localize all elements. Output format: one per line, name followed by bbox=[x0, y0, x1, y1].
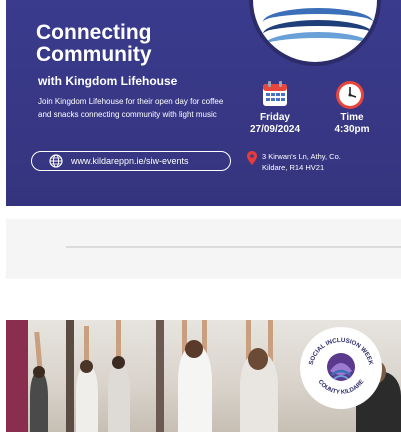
event-title-line1: Connecting bbox=[36, 21, 152, 44]
event-time: Time 4:30pm bbox=[324, 112, 380, 136]
event-description: Join Kingdom Lifehouse for their open da… bbox=[38, 97, 224, 119]
person-head bbox=[112, 356, 125, 369]
event-date: Friday 27/09/2024 bbox=[246, 112, 304, 136]
event-address: 3 Kirwan's Ln, Athy, Co. Kildare, R14 HV… bbox=[247, 151, 341, 173]
yoga-person bbox=[76, 366, 98, 432]
event-banner[interactable]: Connecting Community with Kingdom Lifeho… bbox=[6, 0, 401, 206]
time-label: Time bbox=[340, 112, 364, 123]
event-title-line2: Community bbox=[36, 43, 152, 66]
content-card[interactable] bbox=[6, 219, 401, 279]
logo-wave-3 bbox=[263, 32, 373, 60]
person-head bbox=[33, 366, 45, 378]
address-line1: 3 Kirwan's Ln, Athy, Co. bbox=[262, 152, 341, 161]
person-head bbox=[80, 360, 93, 373]
photo-pillar bbox=[156, 320, 164, 432]
photo-left-edge bbox=[6, 320, 28, 432]
event-url-text: www.kildareppn.ie/siw-events bbox=[71, 156, 189, 166]
date-value: 27/09/2024 bbox=[249, 124, 301, 135]
time-value: 4:30pm bbox=[334, 124, 370, 135]
person-head bbox=[185, 340, 203, 358]
event-url-link[interactable]: www.kildareppn.ie/siw-events bbox=[31, 151, 231, 171]
card-divider bbox=[66, 246, 401, 248]
yoga-person bbox=[178, 346, 212, 432]
event-subtitle: with Kingdom Lifehouse bbox=[38, 74, 178, 88]
yoga-person bbox=[108, 362, 130, 432]
social-inclusion-logo-icon: SOCIAL INCLUSION WEEK COUNTY KILDARE bbox=[308, 337, 375, 396]
calendar-icon bbox=[263, 81, 287, 106]
photo-pillar bbox=[66, 320, 74, 432]
social-inclusion-week-badge: SOCIAL INCLUSION WEEK COUNTY KILDARE bbox=[300, 327, 382, 409]
organisation-logo bbox=[249, 0, 381, 66]
clock-icon bbox=[336, 81, 364, 109]
globe-icon bbox=[49, 154, 63, 168]
event-title: Connecting Community bbox=[36, 22, 152, 66]
yoga-person bbox=[30, 372, 48, 432]
person-head bbox=[248, 348, 268, 370]
address-line2: Kildare, R14 HV21 bbox=[262, 163, 325, 172]
location-pin-icon bbox=[247, 151, 257, 165]
badge-text-bottom: COUNTY KILDARE bbox=[317, 379, 366, 396]
event-photo[interactable]: SOCIAL INCLUSION WEEK COUNTY KILDARE bbox=[6, 320, 401, 432]
date-label: Friday bbox=[259, 112, 290, 123]
svg-text:COUNTY KILDARE: COUNTY KILDARE bbox=[317, 379, 366, 396]
